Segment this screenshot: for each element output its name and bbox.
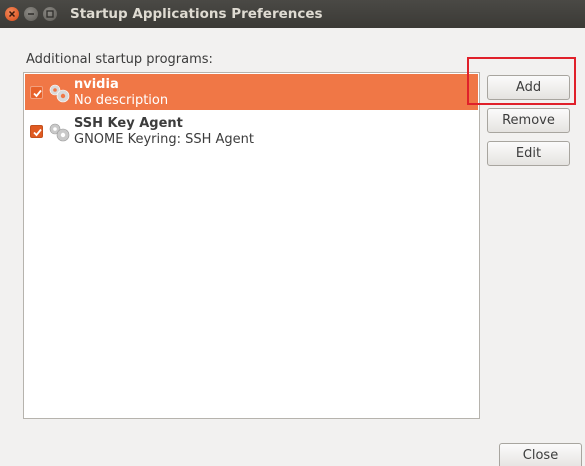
checkmark-icon <box>33 89 42 98</box>
section-label: Additional startup programs: <box>26 52 213 67</box>
window-maximize-button[interactable] <box>43 7 57 21</box>
edit-button[interactable]: Edit <box>487 141 570 166</box>
program-name: nvidia <box>74 77 119 92</box>
add-button-highlight-box <box>467 57 576 105</box>
maximize-icon <box>46 10 54 18</box>
program-row-ssh-key-agent[interactable]: SSH Key Agent GNOME Keyring: SSH Agent <box>25 113 478 149</box>
gears-icon <box>49 123 70 142</box>
window-close-button[interactable] <box>5 7 19 21</box>
program-name: SSH Key Agent <box>74 116 183 131</box>
program-description: No description <box>74 93 169 108</box>
window-title: Startup Applications Preferences <box>70 6 323 22</box>
window-minimize-button[interactable] <box>24 7 38 21</box>
startup-programs-list[interactable]: nvidia No description SSH Key Agent GNOM… <box>23 72 480 419</box>
remove-button[interactable]: Remove <box>487 108 570 133</box>
program-enabled-checkbox[interactable] <box>30 86 43 99</box>
minimize-icon <box>28 13 34 15</box>
close-button[interactable]: Close <box>499 443 582 466</box>
program-enabled-checkbox[interactable] <box>30 125 43 138</box>
checkmark-icon <box>33 128 42 137</box>
program-description: GNOME Keyring: SSH Agent <box>74 132 255 147</box>
title-bar: Startup Applications Preferences <box>0 0 585 28</box>
gears-icon <box>49 84 70 103</box>
close-icon <box>8 10 16 18</box>
program-row-nvidia[interactable]: nvidia No description <box>25 74 478 110</box>
